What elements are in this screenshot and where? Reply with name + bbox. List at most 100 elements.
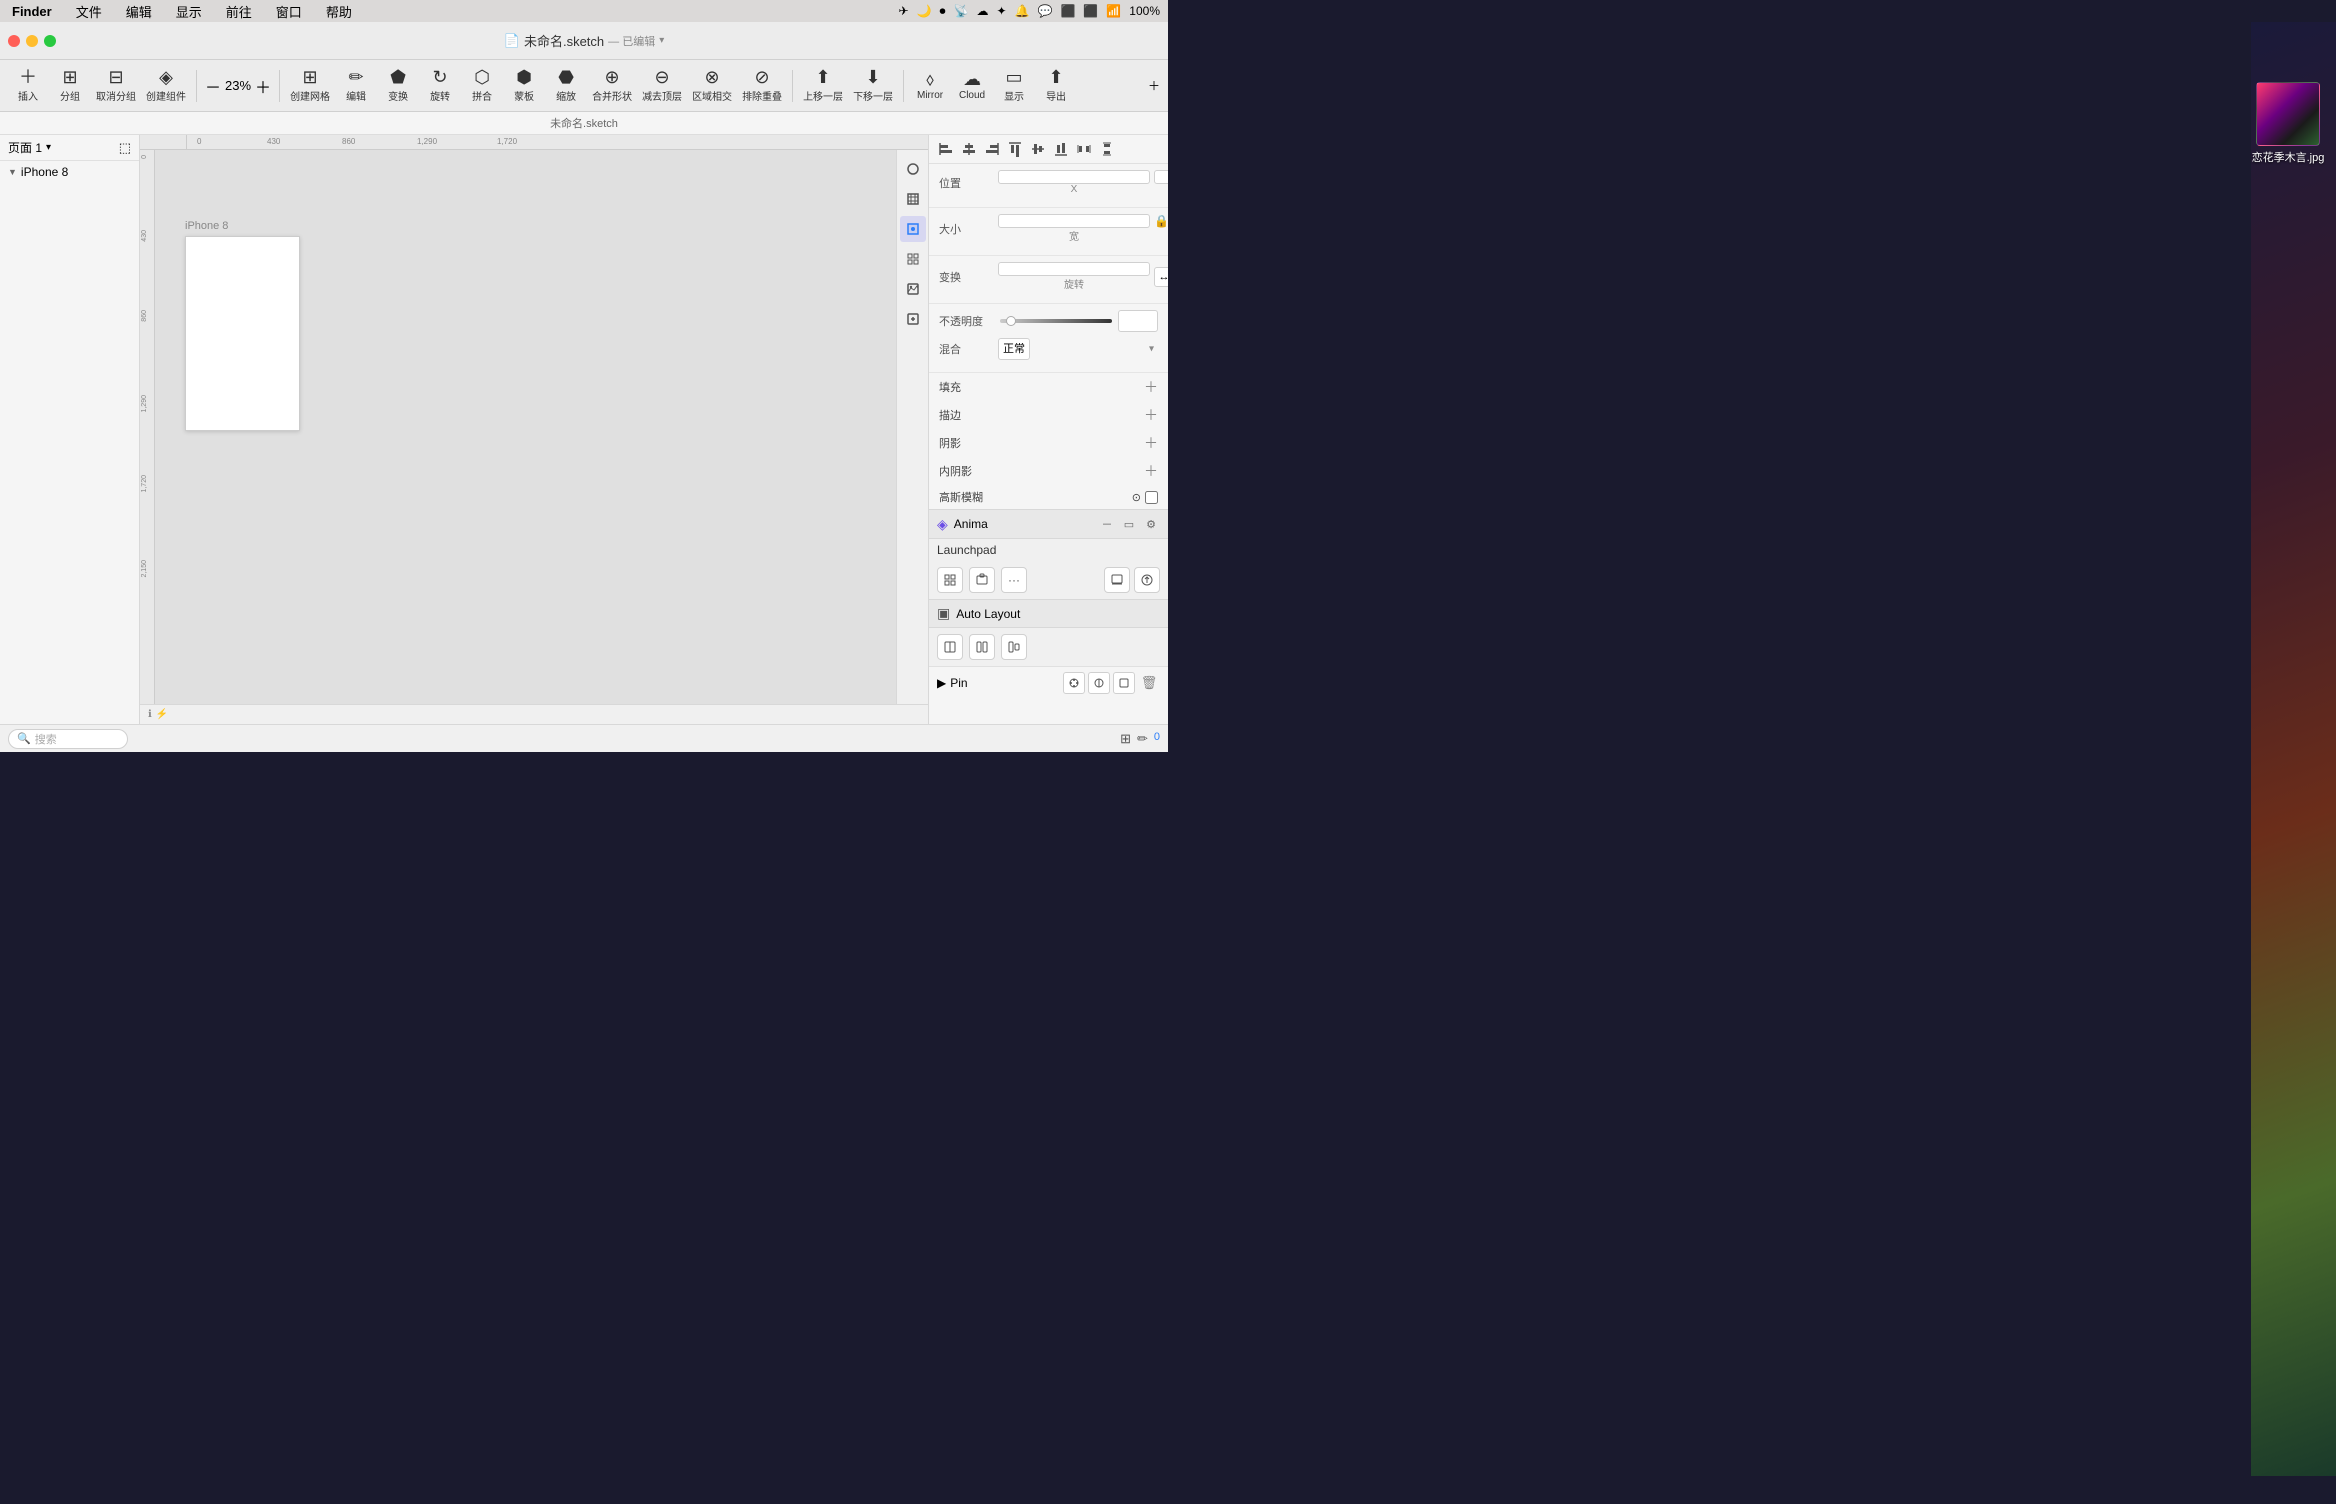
rotate-tool[interactable]: ↻ 旋转	[420, 66, 460, 105]
pin-header[interactable]: ▶ Pin	[937, 672, 1160, 694]
page-selector[interactable]: 页面 1 ▾	[8, 139, 51, 156]
zoom-out-button[interactable]: －	[203, 74, 223, 98]
align-right[interactable]	[981, 138, 1003, 160]
opacity-input[interactable]	[1118, 310, 1158, 332]
close-button[interactable]	[8, 35, 20, 47]
insert-icon: ＋	[19, 68, 37, 86]
width-input[interactable]	[998, 214, 1150, 228]
file-icon: 📄	[504, 33, 520, 49]
align-bottom[interactable]	[1050, 138, 1072, 160]
stroke-add-button[interactable]: ＋	[1144, 405, 1158, 425]
fill-add-button[interactable]: ＋	[1144, 377, 1158, 397]
edit-icon-bottom[interactable]: ✏	[1137, 731, 1148, 747]
region-intersect-tool[interactable]: ⊗ 区域相交	[688, 66, 736, 105]
desktop-file-icon[interactable]: 恋花季木言.jpg	[2248, 82, 2328, 165]
transform-tool[interactable]: ⬟ 变换	[378, 66, 418, 105]
mask-tool[interactable]: ⬢ 蒙板	[504, 66, 544, 105]
align-center-h[interactable]	[958, 138, 980, 160]
anima-minimize[interactable]: －	[1098, 515, 1116, 533]
mirror-tool[interactable]: ⬨ Mirror	[910, 68, 950, 103]
menubar-file[interactable]: 文件	[72, 2, 106, 21]
page-name: 页面 1	[8, 139, 42, 156]
ruler-mark-0: 0	[197, 137, 201, 146]
select-tool-r[interactable]	[900, 156, 926, 182]
menubar-view[interactable]: 显示	[172, 2, 206, 21]
canvas[interactable]: iPhone 8	[155, 150, 896, 704]
anima-btn-1[interactable]	[937, 567, 963, 593]
menubar-help[interactable]: 帮助	[322, 2, 356, 21]
create-grid-tool[interactable]: ⊞ 创建网格	[286, 66, 334, 105]
move-down-tool[interactable]: ⬇ 下移一层	[849, 66, 897, 105]
auto-layout-btn-3[interactable]	[1001, 634, 1027, 660]
minimize-button[interactable]	[26, 35, 38, 47]
pin-btn-2[interactable]	[1088, 672, 1110, 694]
add-image-tool[interactable]	[900, 306, 926, 332]
remove-overlap-tool[interactable]: ⊘ 排除重叠	[738, 66, 786, 105]
create-component-tool[interactable]: ◈ 创建组件	[142, 66, 190, 105]
sidebar-icon-1[interactable]: ⬚	[119, 140, 131, 156]
layer-triangle: ▼	[8, 167, 17, 177]
lock-aspect-icon[interactable]: 🔒	[1154, 214, 1168, 243]
menubar-go[interactable]: 前往	[222, 2, 256, 21]
anima-btn-2[interactable]	[969, 567, 995, 593]
menubar-edit[interactable]: 编辑	[122, 2, 156, 21]
blur-stepper[interactable]: ⊙	[1132, 491, 1141, 504]
group-tool[interactable]: ⊞ 分组	[50, 66, 90, 105]
flip-h-button[interactable]: ↔	[1154, 267, 1168, 287]
move-up-tool[interactable]: ⬆ 上移一层	[799, 66, 847, 105]
v-ruler-mark-0: 0	[141, 155, 148, 159]
artboard-frame[interactable]	[185, 236, 300, 431]
anima-btn-3[interactable]: ···	[1001, 567, 1027, 593]
maximize-button[interactable]	[44, 35, 56, 47]
insert-tool[interactable]: ＋ 插入	[8, 66, 48, 105]
blend-select[interactable]: 正常	[998, 338, 1030, 360]
align-middle-v[interactable]	[1027, 138, 1049, 160]
distribute-h[interactable]	[1073, 138, 1095, 160]
image-tool-r[interactable]	[900, 276, 926, 302]
canvas-view-tool[interactable]	[900, 216, 926, 242]
add-toolbar-item[interactable]: ＋	[1148, 77, 1160, 94]
rotate-input[interactable]	[998, 262, 1150, 276]
combine-tool[interactable]: ⬡ 拼合	[462, 66, 502, 105]
y-input[interactable]	[1154, 170, 1168, 184]
zoom-in-button[interactable]: ＋	[253, 74, 273, 98]
anima-preview-btn[interactable]	[1104, 567, 1130, 593]
subtract-top-tool[interactable]: ⊖ 减去顶层	[638, 66, 686, 105]
merge-shape-tool[interactable]: ⊕ 合并形状	[588, 66, 636, 105]
dropdown-chevron[interactable]: ▾	[659, 35, 664, 46]
anima-settings[interactable]: ⚙	[1142, 515, 1160, 533]
menubar-window[interactable]: 窗口	[272, 2, 306, 21]
menubar-finder[interactable]: Finder	[8, 4, 56, 19]
align-icons-row	[929, 135, 1168, 164]
export-tool[interactable]: ⬆ 导出	[1036, 66, 1076, 105]
align-top[interactable]	[1004, 138, 1026, 160]
inner-shadow-add-button[interactable]: ＋	[1144, 461, 1158, 481]
align-left[interactable]	[935, 138, 957, 160]
pin-delete-button[interactable]: 🗑	[1138, 672, 1160, 694]
grid-view-tool[interactable]	[900, 246, 926, 272]
pin-btn-3[interactable]	[1113, 672, 1135, 694]
width-input-group: 宽	[998, 214, 1150, 243]
ungroup-tool[interactable]: ⊟ 取消分组	[92, 66, 140, 105]
copy-icon[interactable]: ⊞	[1120, 731, 1131, 747]
pin-expand-icon: ▶	[937, 676, 946, 690]
anima-publish-btn[interactable]	[1134, 567, 1160, 593]
search-box[interactable]: 🔍 搜索	[8, 729, 128, 749]
auto-layout-btn-2[interactable]	[969, 634, 995, 660]
frame-tool-r[interactable]	[900, 186, 926, 212]
display-tool[interactable]: ▭ 显示	[994, 66, 1034, 105]
cloud-tool[interactable]: ☁ Cloud	[952, 68, 992, 103]
blur-checkbox[interactable]	[1145, 491, 1158, 504]
x-input[interactable]	[998, 170, 1150, 184]
grid-icon: ⊞	[303, 68, 318, 86]
scale-tool[interactable]: ⬣ 缩放	[546, 66, 586, 105]
shadow-add-button[interactable]: ＋	[1144, 433, 1158, 453]
pin-btn-1[interactable]	[1063, 672, 1085, 694]
blur-label: 高斯模糊	[939, 489, 983, 505]
auto-layout-btn-1[interactable]	[937, 634, 963, 660]
layer-iphone8[interactable]: ▼ iPhone 8	[0, 161, 139, 183]
opacity-slider[interactable]	[1000, 319, 1112, 323]
edit-tool[interactable]: ✏ 编辑	[336, 66, 376, 105]
anima-panel-btn[interactable]: ▭	[1120, 515, 1138, 533]
distribute-v[interactable]	[1096, 138, 1118, 160]
